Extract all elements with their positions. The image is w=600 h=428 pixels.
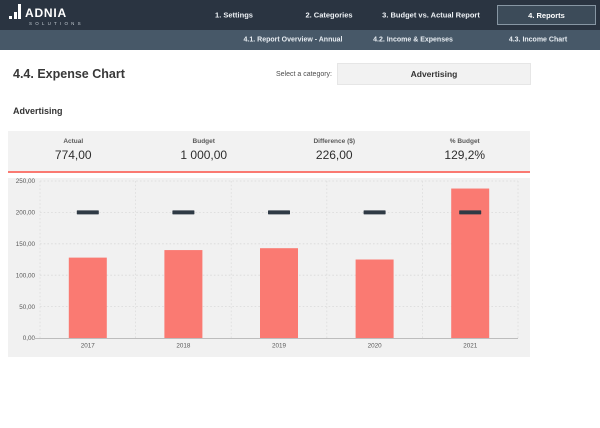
subnav-item-report-overview[interactable]: 4.1. Report Overview - Annual (244, 37, 343, 44)
nav-item-budget-vs-actual[interactable]: 3. Budget vs. Actual Report (382, 11, 480, 20)
summary-col-budget: Budget 1 000,00 (139, 131, 270, 171)
category-select[interactable]: Advertising (337, 63, 531, 85)
svg-text:2017: 2017 (81, 343, 96, 350)
expense-chart: 0,00 50,00 100,00 150,00 200,00 250,00 2017 201… (8, 178, 530, 357)
svg-text:2020: 2020 (368, 343, 383, 350)
sub-nav: 4.1. Report Overview - Annual 4.2. Incom… (0, 30, 600, 50)
svg-text:2018: 2018 (176, 343, 191, 350)
summary-strip: Actual 774,00 Budget 1 000,00 Difference… (8, 131, 530, 173)
subnav-item-income-chart[interactable]: 4.3. Income Chart (509, 37, 567, 44)
adnia-logo: ADNIA SOLUTIONS (9, 4, 99, 26)
svg-text:200,00: 200,00 (16, 210, 36, 217)
summary-label: Actual (8, 138, 139, 145)
brand-name: ADNIA (25, 7, 67, 19)
expense-chart-svg: 0,00 50,00 100,00 150,00 200,00 250,00 2017 201… (8, 178, 530, 357)
summary-label: Budget (139, 138, 270, 145)
bar-chart-logo-icon (9, 4, 21, 19)
summary-label: % Budget (400, 138, 531, 145)
summary-value: 1 000,00 (139, 148, 270, 162)
svg-text:2021: 2021 (463, 343, 478, 350)
svg-text:50,00: 50,00 (19, 304, 35, 311)
summary-col-actual: Actual 774,00 (8, 131, 139, 171)
summary-col-pct-budget: % Budget 129,2% (400, 131, 531, 171)
section-title: Advertising (13, 106, 63, 116)
summary-value: 129,2% (400, 148, 531, 162)
summary-value: 774,00 (8, 148, 139, 162)
subnav-item-income-expenses[interactable]: 4.2. Income & Expenses (373, 37, 453, 44)
svg-text:250,00: 250,00 (16, 178, 36, 185)
summary-value: 226,00 (269, 148, 400, 162)
nav-item-reports-active[interactable]: 4. Reports (497, 5, 596, 25)
svg-text:2019: 2019 (272, 343, 287, 350)
svg-text:0,00: 0,00 (23, 335, 36, 342)
nav-item-categories[interactable]: 2. Categories (305, 11, 352, 20)
expense-chart-page: ADNIA SOLUTIONS 1. Settings 2. Categorie… (0, 0, 600, 428)
nav-item-settings[interactable]: 1. Settings (215, 11, 253, 20)
summary-label: Difference ($) (269, 138, 400, 145)
page-title: 4.4. Expense Chart (13, 67, 125, 81)
svg-text:100,00: 100,00 (16, 272, 36, 279)
category-select-label: Select a category: (222, 71, 332, 78)
top-nav: ADNIA SOLUTIONS 1. Settings 2. Categorie… (0, 0, 600, 30)
brand-tagline: SOLUTIONS (29, 21, 99, 26)
svg-text:150,00: 150,00 (16, 241, 36, 248)
summary-col-difference: Difference ($) 226,00 (269, 131, 400, 171)
